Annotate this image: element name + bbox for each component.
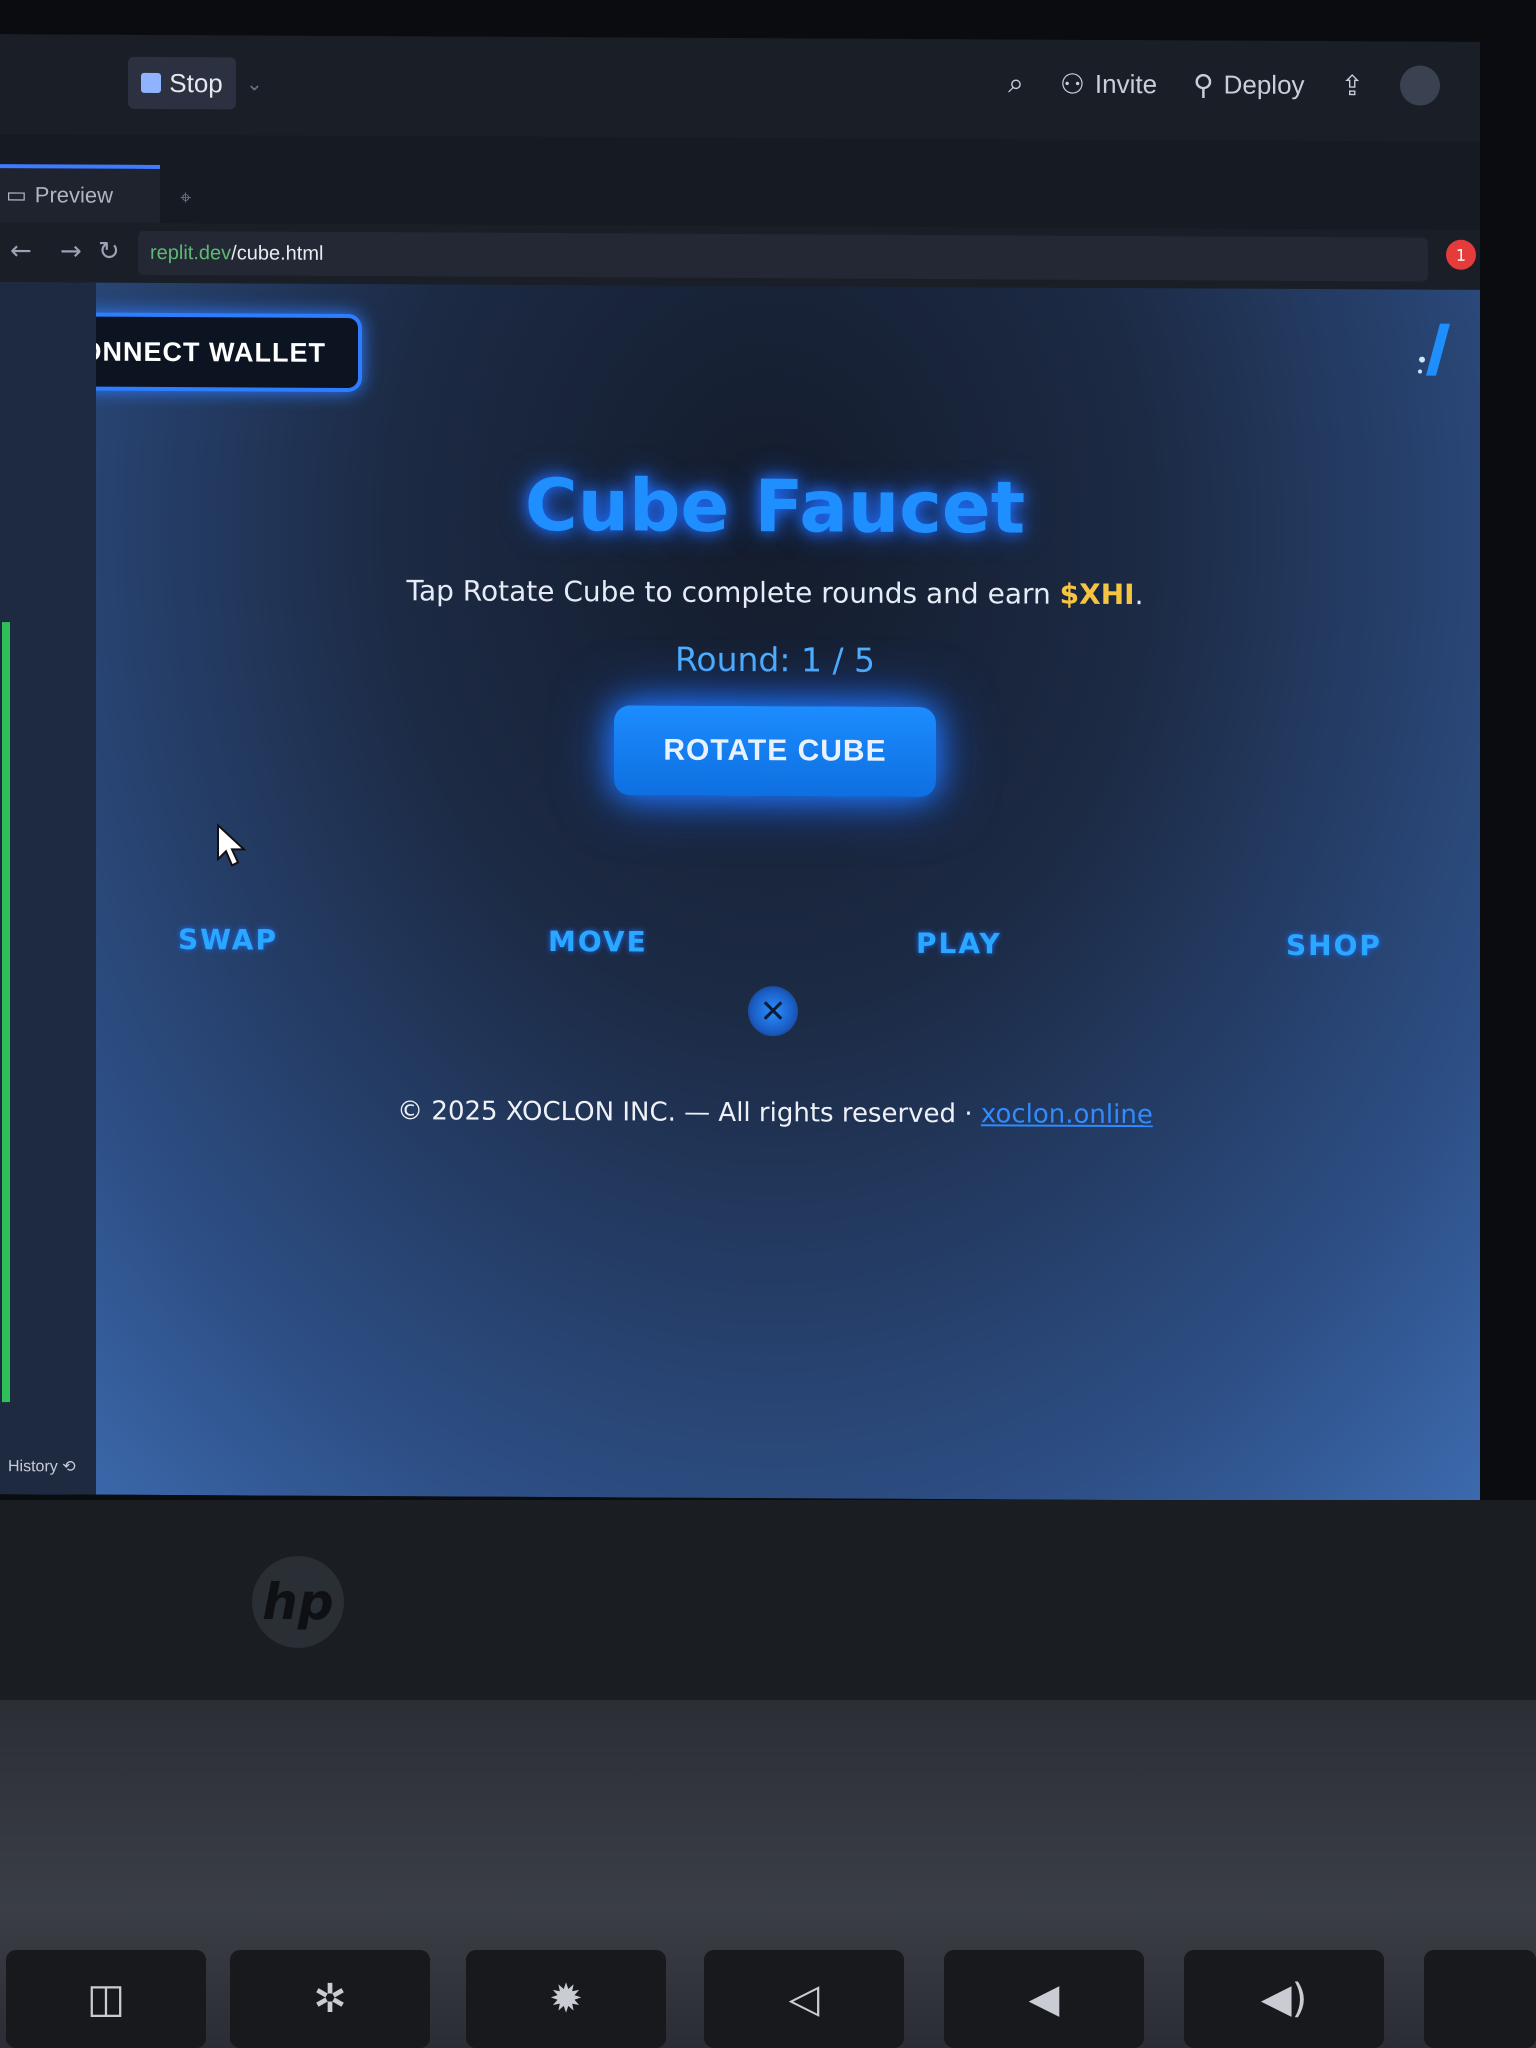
back-icon[interactable]: ← [10,236,32,266]
search-icon[interactable]: ⌕ [1008,67,1024,100]
nav-play[interactable]: PLAY [916,927,1002,960]
x-social-icon[interactable]: ✕ [748,986,798,1037]
subtitle-end: . [1134,578,1144,612]
deploy-icon: ⚲ [1193,68,1214,100]
brightness-up-key-icon[interactable]: ✹ [466,1950,666,2048]
history-label: History [8,1458,58,1476]
url-path: /cube.html [231,241,324,265]
deploy-button[interactable]: ⚲ Deploy [1193,68,1304,102]
history-button[interactable]: History ⟲ [8,1456,76,1476]
screen-bezel: Stop ⌄ ⌕ ⚇ Invite ⚲ Deploy ⇪ ▭ Preview ⌖… [0,0,1536,1502]
topbar-actions: ⌕ ⚇ Invite ⚲ Deploy ⇪ [1008,63,1440,106]
key-partial[interactable] [1424,1950,1536,2048]
nav-move[interactable]: MOVE [548,925,648,959]
refresh-icon[interactable]: ↻ [98,237,120,267]
invite-label: Invite [1094,68,1158,99]
volume-up-key-icon[interactable]: ◀) [1184,1950,1384,2048]
nav-swap[interactable]: SWAP [178,923,278,957]
url-domain: replit.dev [150,241,232,264]
screen: Stop ⌄ ⌕ ⚇ Invite ⚲ Deploy ⇪ ▭ Preview ⌖… [0,34,1480,1502]
footer: © 2025 XOCLON INC. — All rights reserved… [0,1094,1480,1132]
preview-page: CONNECT WALLET Cube Faucet Tap Rotate Cu… [0,282,1480,1502]
invite-button[interactable]: ⚇ Invite [1060,67,1157,101]
ide-topbar: Stop ⌄ ⌕ ⚇ Invite ⚲ Deploy ⇪ [0,34,1480,142]
laptop-hinge [0,1500,1536,1700]
tab-options-icon[interactable]: ⌖ [180,185,191,209]
url-bar: ← → ↻ replit.dev/cube.html 1 [0,222,1480,290]
side-panel: History ⟲ [0,282,96,1495]
chevron-down-icon[interactable]: ⌄ [246,71,263,95]
footer-text: © 2025 XOCLON INC. — All rights reserved… [397,1096,981,1130]
mute-key-icon[interactable]: ◁ [704,1950,904,2048]
tab-preview[interactable]: ▭ Preview [0,164,160,223]
subtitle-text: Tap Rotate Cube to complete rounds and e… [406,574,1060,611]
corner-logo-icon [1418,323,1450,376]
history-icon: ⟲ [62,1458,76,1476]
function-key-row: ◫ ✲ ✹ ◁ ◀ ◀) [0,1950,1536,2048]
brightness-down-key-icon[interactable]: ✲ [230,1950,430,2048]
page-subtitle: Tap Rotate Cube to complete rounds and e… [0,572,1480,613]
preview-icon: ▭ [6,182,27,208]
stop-label: Stop [169,67,223,98]
side-panel-indicator [2,622,10,1403]
invite-icon: ⚇ [1059,68,1085,100]
tab-preview-label: Preview [34,182,114,208]
url-field[interactable]: replit.dev/cube.html [138,230,1428,282]
notification-badge[interactable]: 1 [1446,239,1476,270]
volume-down-key-icon[interactable]: ◀ [944,1950,1144,2048]
overview-key-icon[interactable]: ◫ [6,1950,206,2048]
nav-shop[interactable]: SHOP [1286,929,1382,963]
avatar[interactable] [1400,65,1440,106]
tab-row: ▭ Preview ⌖ [0,134,1480,230]
footer-link[interactable]: xoclon.online [981,1099,1153,1130]
token-name: $XHI [1059,577,1135,612]
account-icon[interactable]: ⇪ [1341,69,1364,102]
laptop-photo: Stop ⌄ ⌕ ⚇ Invite ⚲ Deploy ⇪ ▭ Preview ⌖… [0,0,1536,2048]
stop-button[interactable]: Stop [128,56,236,110]
page-title: Cube Faucet [524,462,1026,550]
forward-icon[interactable]: → [60,236,82,266]
hp-logo: hp [252,1556,344,1648]
cursor-icon [217,823,247,867]
deploy-label: Deploy [1223,69,1305,100]
rotate-cube-button[interactable]: ROTATE CUBE [614,705,936,798]
stop-icon [141,72,162,93]
round-counter: Round: 1 / 5 [674,639,876,680]
